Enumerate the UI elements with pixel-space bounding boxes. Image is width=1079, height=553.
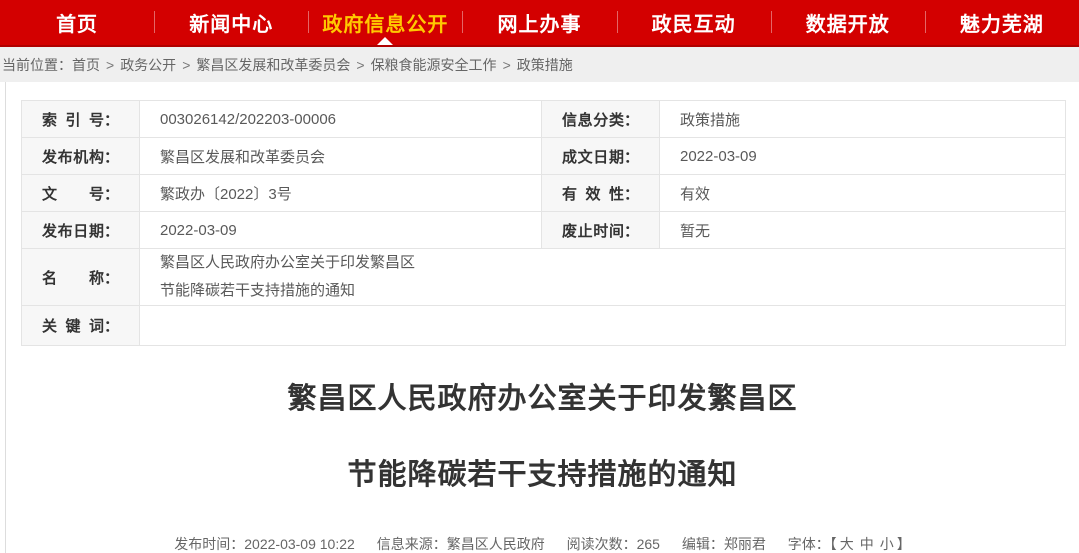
value-document-number: 繁政办〔2022〕3号 (140, 175, 542, 212)
value-keywords (140, 306, 1066, 346)
nav-item-label: 魅力芜湖 (960, 8, 1044, 37)
breadcrumb-separator: > (182, 57, 190, 73)
nav-item-news-center[interactable]: 新闻中心 (154, 0, 308, 45)
label-info-category: 信息分类： (542, 101, 660, 138)
breadcrumb-separator: > (503, 57, 511, 73)
nav-divider (154, 11, 155, 33)
info-source: 信息来源：繁昌区人民政府 (377, 536, 545, 552)
nav-item-label: 首页 (56, 8, 98, 37)
nav-divider (462, 11, 463, 33)
bracket-close: 】 (897, 536, 911, 552)
label-keywords: 关键词： (22, 306, 140, 346)
breadcrumb-label: 当前位置： (2, 55, 72, 75)
view-count: 阅读次数：265 (567, 536, 660, 552)
editor: 编辑：郑丽君 (682, 536, 766, 552)
value-index-number: 003026142/202203-00006 (140, 101, 542, 138)
value-info-category: 政策措施 (660, 101, 1066, 138)
breadcrumb-separator: > (106, 57, 114, 73)
table-row: 名称： 繁昌区人民政府办公室关于印发繁昌区 节能降碳若干支持措施的通知 (22, 249, 1066, 306)
table-row: 关键词： (22, 306, 1066, 346)
label-publish-date: 发布日期： (22, 212, 140, 249)
breadcrumb-item-development-reform-commission[interactable]: 繁昌区发展和改革委员会 (196, 55, 350, 75)
label-document-name: 名称： (22, 249, 140, 306)
font-size-medium-button[interactable]: 中 (860, 536, 874, 552)
font-size-control: 字体：【大中小】 (788, 536, 911, 552)
page-title-line1: 繁昌区人民政府办公室关于印发繁昌区 (6, 382, 1079, 416)
document-meta-table: 索引号： 003026142/202203-00006 信息分类： 政策措施 发… (21, 100, 1066, 346)
nav-item-label: 网上办事 (497, 8, 581, 37)
table-row: 发布日期： 2022-03-09 废止时间： 暂无 (22, 212, 1066, 249)
nav-item-label: 新闻中心 (189, 8, 273, 37)
font-size-label: 字体： (788, 536, 830, 552)
value-publish-date: 2022-03-09 (140, 212, 542, 249)
document-name-line1: 繁昌区人民政府办公室关于印发繁昌区 (160, 249, 1065, 277)
nav-divider (925, 11, 926, 33)
nav-item-public-interaction[interactable]: 政民互动 (617, 0, 771, 45)
label-written-date: 成文日期： (542, 138, 660, 175)
value-written-date: 2022-03-09 (660, 138, 1066, 175)
breadcrumb-separator: > (356, 57, 364, 73)
value-validity: 有效 (660, 175, 1066, 212)
bracket-open: 【 (830, 536, 837, 552)
label-abolish-time: 废止时间： (542, 212, 660, 249)
breadcrumb: 当前位置： 首页 > 政务公开 > 繁昌区发展和改革委员会 > 保粮食能源安全工… (0, 47, 1079, 82)
breadcrumb-item-policy-measures: 政策措施 (517, 55, 573, 75)
label-issuing-agency: 发布机构： (22, 138, 140, 175)
value-document-name: 繁昌区人民政府办公室关于印发繁昌区 节能降碳若干支持措施的通知 (140, 249, 1066, 306)
nav-item-label: 政府信息公开 (322, 8, 448, 37)
page-title-line2: 节能降碳若干支持措施的通知 (6, 458, 1079, 492)
font-size-small-button[interactable]: 小 (880, 536, 894, 552)
table-row: 发布机构： 繁昌区发展和改革委员会 成文日期： 2022-03-09 (22, 138, 1066, 175)
label-document-number: 文号： (22, 175, 140, 212)
breadcrumb-item-energy-security-work[interactable]: 保粮食能源安全工作 (371, 55, 497, 75)
nav-item-label: 数据开放 (806, 8, 890, 37)
nav-item-gov-info-disclosure[interactable]: 政府信息公开 (308, 0, 462, 45)
publish-time: 发布时间：2022-03-09 10:22 (174, 536, 355, 552)
content-area: 索引号： 003026142/202203-00006 信息分类： 政策措施 发… (5, 82, 1079, 553)
nav-item-online-services[interactable]: 网上办事 (462, 0, 616, 45)
value-issuing-agency: 繁昌区发展和改革委员会 (140, 138, 542, 175)
breadcrumb-item-gov-affairs[interactable]: 政务公开 (120, 55, 176, 75)
table-row: 索引号： 003026142/202203-00006 信息分类： 政策措施 (22, 101, 1066, 138)
font-size-large-button[interactable]: 大 (840, 536, 854, 552)
nav-divider (617, 11, 618, 33)
nav-divider (308, 11, 309, 33)
value-abolish-time: 暂无 (660, 212, 1066, 249)
nav-divider (771, 11, 772, 33)
nav-item-home[interactable]: 首页 (0, 0, 154, 45)
nav-item-open-data[interactable]: 数据开放 (771, 0, 925, 45)
breadcrumb-item-home[interactable]: 首页 (72, 55, 100, 75)
document-name-line2: 节能降碳若干支持措施的通知 (160, 277, 1065, 305)
article-meta: 发布时间：2022-03-09 10:22 信息来源：繁昌区人民政府 阅读次数：… (6, 534, 1079, 553)
page-title: 繁昌区人民政府办公室关于印发繁昌区 节能降碳若干支持措施的通知 (6, 382, 1079, 492)
top-navigation: 首页 新闻中心 政府信息公开 网上办事 政民互动 数据开放 魅力芜湖 (0, 0, 1079, 47)
nav-item-label: 政民互动 (652, 8, 736, 37)
active-tab-pointer-icon (377, 37, 393, 45)
label-validity: 有效性： (542, 175, 660, 212)
table-row: 文号： 繁政办〔2022〕3号 有效性： 有效 (22, 175, 1066, 212)
label-index-number: 索引号： (22, 101, 140, 138)
nav-item-charming-wuhu[interactable]: 魅力芜湖 (925, 0, 1079, 45)
